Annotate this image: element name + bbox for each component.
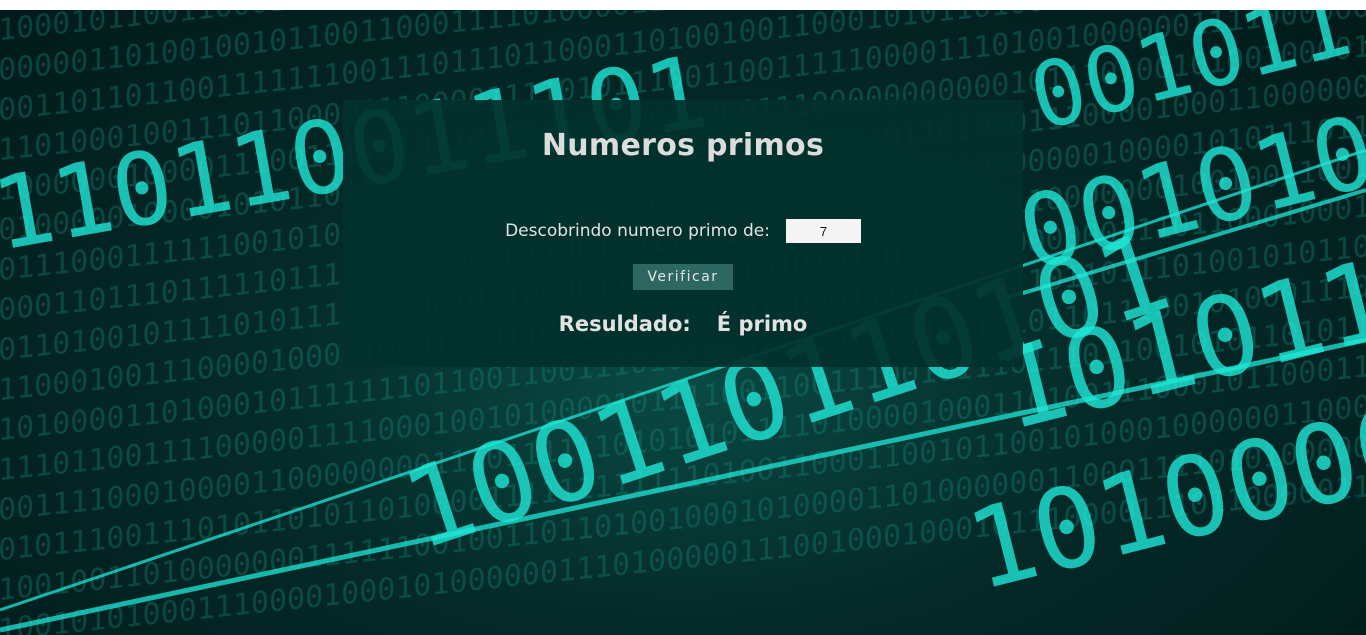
number-form-row: Descobrindo numero primo de:: [343, 218, 1023, 244]
result-label: Resuldado:: [558, 312, 691, 336]
prime-checker-panel: Numeros primos Descobrindo numero primo …: [343, 100, 1023, 367]
number-label: Descobrindo numero primo de:: [505, 221, 770, 241]
page-title: Numeros primos: [541, 128, 825, 163]
number-input[interactable]: [785, 219, 861, 243]
result-row: Resuldado: É primo: [343, 312, 1023, 336]
result-value: É primo: [716, 312, 808, 336]
verify-button[interactable]: Verificar: [633, 264, 733, 290]
